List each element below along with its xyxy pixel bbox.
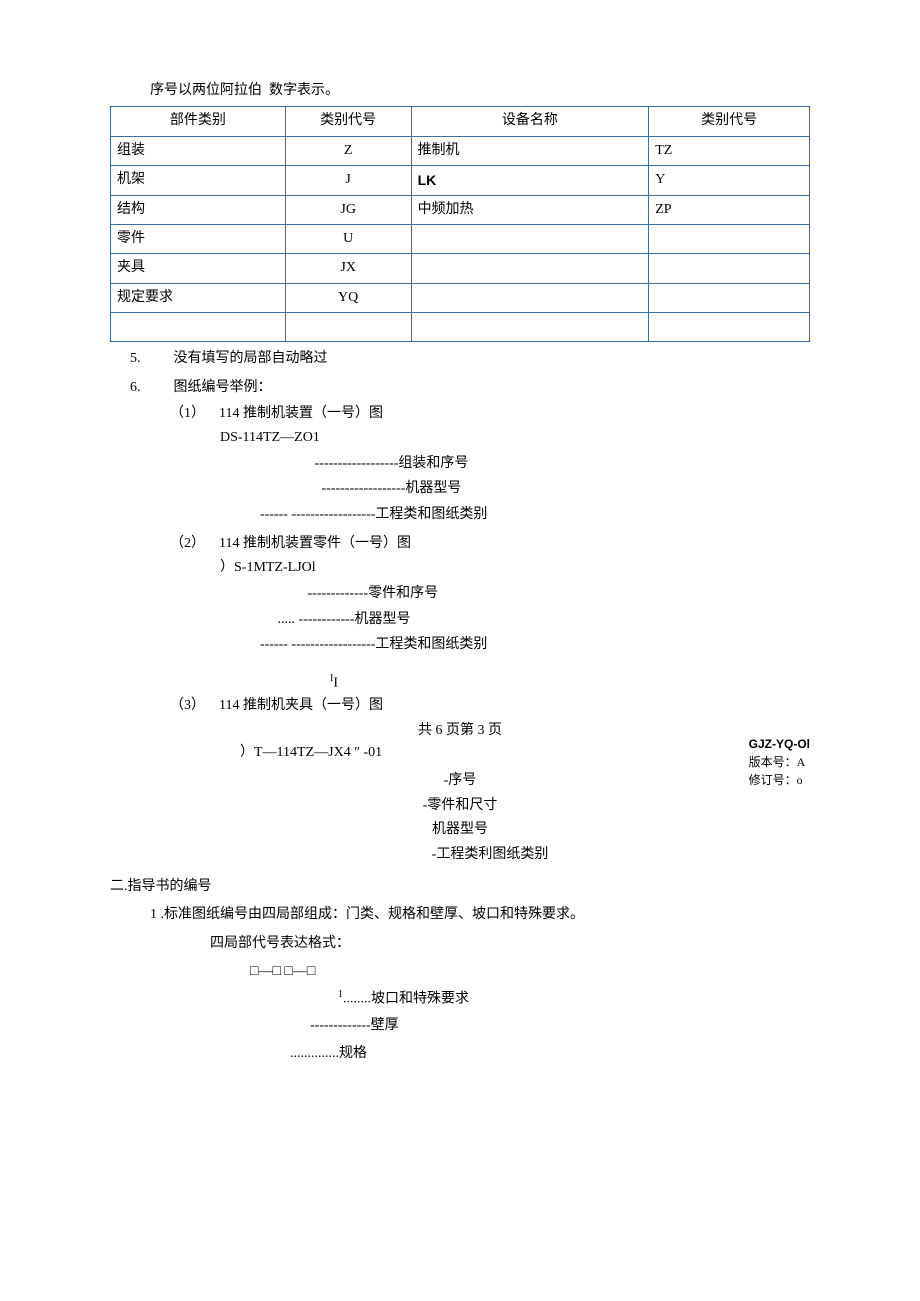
page-info: 共 6 页第 3 页 (110, 720, 810, 742)
cell: 中频加热 (411, 195, 649, 224)
cell (649, 254, 810, 283)
cell: J (285, 166, 411, 195)
item-6: 6. 图纸编号举例： (110, 377, 810, 399)
table-row: 机架 J LK Y (111, 166, 810, 195)
cell (411, 224, 649, 253)
ii-marker: II (110, 671, 810, 695)
cell: 零件 (111, 224, 286, 253)
example-1-dash-1: ------------------组装和序号 (110, 452, 810, 476)
header-code: GJZ-YQ-Ol (749, 735, 810, 753)
example-2-line: （2） 114 推制机装置零件（一号）图 (110, 533, 810, 555)
example-1-dash-2: ------------------机器型号 (110, 477, 810, 501)
section-2-item-2: 四局部代号表达格式： (110, 933, 810, 955)
section-2-heading: 二.指导书的编号 (110, 876, 810, 898)
item-6-text: 图纸编号举例： (174, 380, 272, 395)
table-row: 规定要求 YQ (111, 283, 810, 312)
cell (411, 254, 649, 283)
cell (285, 313, 411, 342)
category-table: 部件类别 类别代号 设备名称 类别代号 组装 Z 推制机 TZ 机架 J LK … (110, 106, 810, 342)
example-2-dash-2: ..... ------------机器型号 (110, 608, 810, 632)
table-row: 结构 JG 中频加热 ZP (111, 195, 810, 224)
example-3-dash-3: 机器型号 (110, 819, 810, 841)
cell (649, 283, 810, 312)
example-3-line: （3） 114 推制机夹具（一号）图 (110, 695, 810, 717)
cell: 组装 (111, 136, 286, 165)
cell: 夹具 (111, 254, 286, 283)
example-3-code: ）T—114TZ—JX4 ″ -01 (110, 742, 810, 764)
section-2-dash-3: ..............规格 (110, 1041, 810, 1066)
example-3-dash-1: -序号 (110, 770, 810, 792)
example-3-dash-2: -零件和尺寸 (110, 795, 810, 817)
th-category-code-1: 类别代号 (285, 107, 411, 136)
cell: 结构 (111, 195, 286, 224)
cell (111, 313, 286, 342)
example-2-title: 114 推制机装置零件（一号）图 (219, 536, 411, 551)
cell: JX (285, 254, 411, 283)
dash-text: ..... ------------机器型号 (278, 612, 411, 627)
table-row: 零件 U (111, 224, 810, 253)
th-part-category: 部件类别 (111, 107, 286, 136)
example-3-num: （3） (170, 698, 205, 713)
cell: 机架 (111, 166, 286, 195)
example-2-dash-3: ------ ------------------工程类和图纸类别 (110, 633, 810, 657)
ii-text: I (333, 676, 338, 691)
cell: TZ (649, 136, 810, 165)
dash-text: ------------------组装和序号 (315, 456, 469, 471)
item-5-num: 5. (130, 348, 170, 370)
cell (649, 313, 810, 342)
example-1-code: DS-114TZ—ZO1 (110, 427, 810, 449)
cell: LK (411, 166, 649, 195)
cell (649, 224, 810, 253)
cell: JG (285, 195, 411, 224)
dash-text: ------------------机器型号 (322, 481, 462, 496)
table-row: 夹具 JX (111, 254, 810, 283)
th-category-code-2: 类别代号 (649, 107, 810, 136)
serial-note-a: 序号以两位阿拉伯 (150, 83, 262, 98)
item-5-text: 没有填写的局部自动略过 (174, 351, 328, 366)
example-2-num: （2） (170, 536, 205, 551)
cell: 推制机 (411, 136, 649, 165)
example-3-title: 114 推制机夹具（一号）图 (219, 698, 383, 713)
section-2-item-1: 1 .标准图纸编号由四局部组成：门类、规格和壁厚、坡口和特殊要求。 (110, 904, 810, 926)
cell (411, 283, 649, 312)
table-row (111, 313, 810, 342)
item-6-num: 6. (130, 377, 170, 399)
header-revision: 修订号：o (749, 771, 810, 789)
example-3-dash-4: -工程类利图纸类别 (110, 844, 810, 866)
header-meta-box: GJZ-YQ-Ol 版本号：A 修订号：o (749, 735, 810, 789)
cell: Y (649, 166, 810, 195)
cell: U (285, 224, 411, 253)
example-2-code: ）S-1MTZ-LJOl (110, 557, 810, 579)
example-1-line: （1） 114 推制机装置（一号）图 (110, 403, 810, 425)
serial-note-line: 序号以两位阿拉伯 数字表示。 (110, 80, 810, 102)
header-version: 版本号：A (749, 753, 810, 771)
section-2-dash-2: -------------壁厚 (110, 1013, 810, 1038)
example-2-dash-1: -------------零件和序号 (110, 582, 810, 606)
section-2-box-pattern: □—□ □—□ (110, 961, 810, 983)
dash-text: ........坡口和特殊要求 (343, 991, 469, 1006)
cell: 规定要求 (111, 283, 286, 312)
cell: Z (285, 136, 411, 165)
table-row: 组装 Z 推制机 TZ (111, 136, 810, 165)
th-device-name: 设备名称 (411, 107, 649, 136)
serial-note-b: 数字表示。 (269, 83, 339, 98)
item-5: 5. 没有填写的局部自动略过 (110, 348, 810, 370)
example-1-dash-3: ------ ------------------工程类和图纸类别 (110, 503, 810, 527)
cell: ZP (649, 195, 810, 224)
cell (411, 313, 649, 342)
cell: YQ (285, 283, 411, 312)
dash-text: -------------零件和序号 (308, 586, 439, 601)
example-1-num: （1） (170, 406, 205, 421)
example-1-title: 114 推制机装置（一号）图 (219, 406, 383, 421)
section-2-dash-1: 1........坡口和特殊要求 (110, 986, 810, 1012)
